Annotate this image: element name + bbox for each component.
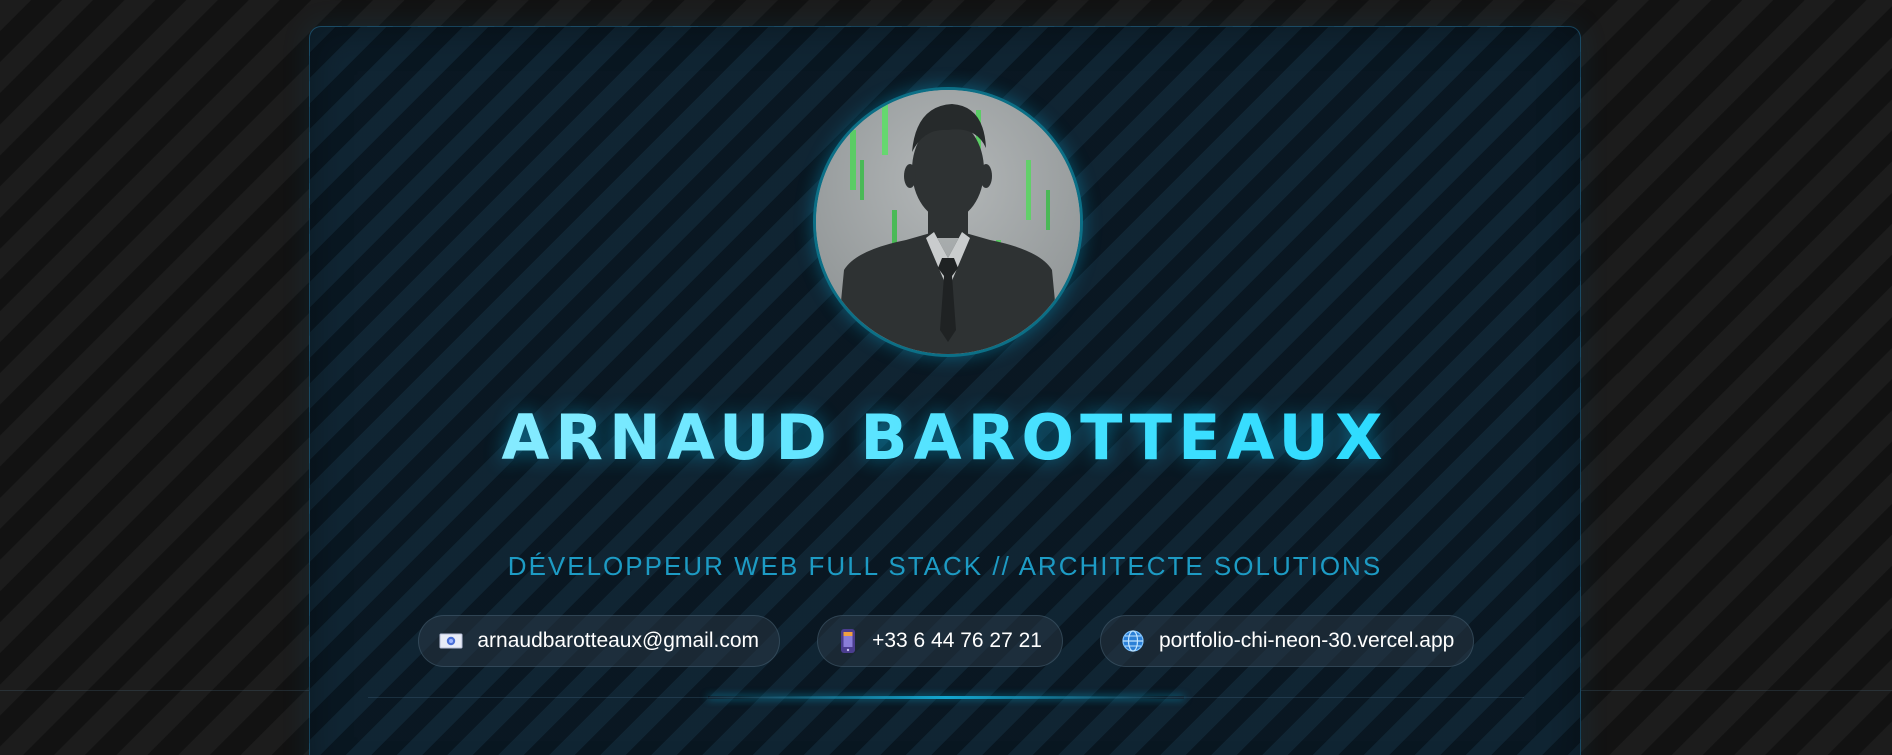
divider-glow-accent bbox=[708, 696, 1184, 699]
avatar-silhouette-image bbox=[816, 90, 1080, 354]
mobile-phone-icon bbox=[838, 628, 858, 654]
email-contact-link[interactable]: arnaudbarotteaux@gmail.com bbox=[418, 615, 780, 667]
email-text: arnaudbarotteaux@gmail.com bbox=[477, 629, 759, 652]
phone-text: +33 6 44 76 27 21 bbox=[872, 629, 1042, 652]
profile-avatar bbox=[813, 87, 1083, 357]
phone-contact-link[interactable]: +33 6 44 76 27 21 bbox=[817, 615, 1063, 667]
profile-card: ARNAUD BAROTTEAUX DÉVELOPPEUR WEB FULL S… bbox=[309, 26, 1581, 755]
profile-title: DÉVELOPPEUR WEB FULL STACK // ARCHITECTE… bbox=[507, 551, 1383, 581]
envelope-icon bbox=[439, 628, 463, 654]
website-contact-link[interactable]: portfolio-chi-neon-30.vercel.app bbox=[1100, 615, 1474, 667]
profile-name: ARNAUD BAROTTEAUX bbox=[310, 407, 1580, 469]
website-text: portfolio-chi-neon-30.vercel.app bbox=[1159, 629, 1455, 652]
globe-icon bbox=[1121, 628, 1145, 654]
